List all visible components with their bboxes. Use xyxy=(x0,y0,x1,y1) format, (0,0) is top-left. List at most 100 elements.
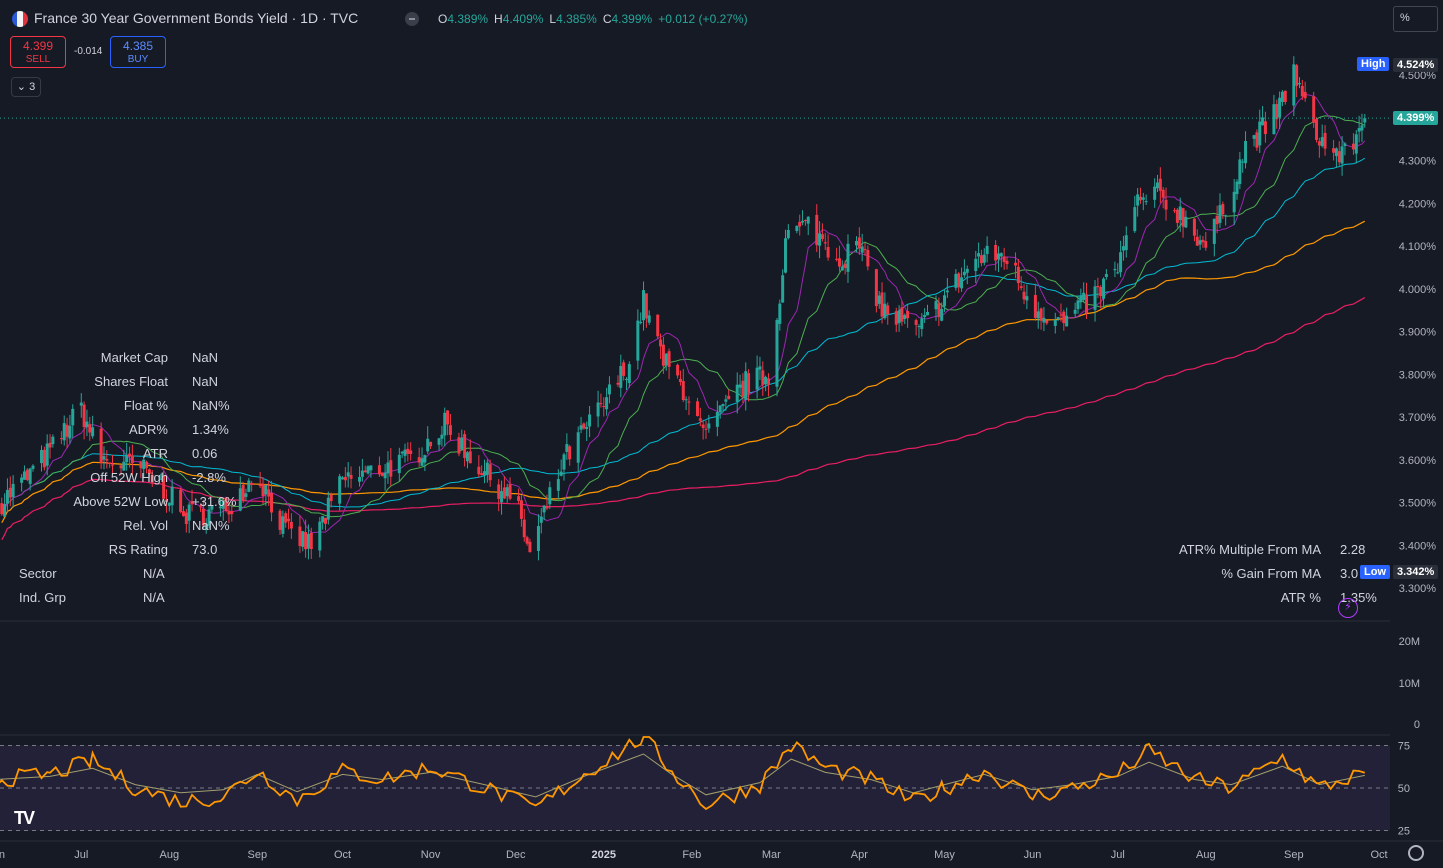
time-axis-label: Feb xyxy=(682,849,701,861)
candle-body xyxy=(718,405,722,413)
candle-body xyxy=(497,484,501,499)
candle-body xyxy=(1073,309,1077,314)
candle-body xyxy=(82,404,86,428)
candle-body xyxy=(664,353,668,366)
candle-body xyxy=(707,423,711,429)
candle-body xyxy=(974,258,978,272)
candle-body xyxy=(1036,311,1040,319)
candle-body xyxy=(962,271,966,276)
candle-body xyxy=(258,484,262,487)
candle-body xyxy=(187,504,191,521)
symbol-title[interactable]: France 30 Year Government Bonds Yield · … xyxy=(34,10,358,26)
candle-body xyxy=(306,533,310,549)
candle-body xyxy=(28,468,32,484)
candle-body xyxy=(1033,295,1037,318)
candle-body xyxy=(403,449,407,456)
candle-body xyxy=(741,380,745,397)
stat-label: Market Cap xyxy=(100,350,168,365)
candle-body xyxy=(1002,256,1006,263)
candle-body xyxy=(105,459,109,461)
scale-mode-button[interactable]: % xyxy=(1393,6,1438,32)
candle-body xyxy=(1082,292,1086,300)
settings-gear-icon[interactable] xyxy=(1408,845,1424,861)
candle-body xyxy=(380,472,384,476)
candle-body xyxy=(358,476,362,482)
candle-body xyxy=(88,424,92,433)
stat-value: 73.0 xyxy=(192,542,218,557)
candle-body xyxy=(59,438,63,440)
candle-body xyxy=(1158,178,1162,191)
candle-body xyxy=(68,425,72,439)
candle-body xyxy=(304,531,308,550)
candle-body xyxy=(920,318,924,329)
high-label-tag: High xyxy=(1357,57,1390,71)
candle-body xyxy=(289,521,293,529)
ohlc-key: H xyxy=(494,12,503,26)
candle-body xyxy=(1053,319,1057,326)
candle-body xyxy=(837,258,841,267)
candle-body xyxy=(429,441,433,447)
candle-body xyxy=(1156,182,1160,189)
lightning-icon[interactable]: ⚡ xyxy=(1338,598,1358,618)
candle-body xyxy=(309,532,313,550)
candle-body xyxy=(565,444,569,452)
candle-body xyxy=(1300,85,1304,97)
tradingview-logo[interactable]: TV xyxy=(14,808,35,829)
candle-body xyxy=(644,293,648,319)
candle-body xyxy=(125,454,129,463)
candle-body xyxy=(940,308,944,321)
candle-body xyxy=(130,456,134,464)
buy-button[interactable]: 4.385 BUY xyxy=(110,36,166,68)
candle-body xyxy=(886,305,890,315)
stat-label: Sector xyxy=(19,566,57,581)
candle-body xyxy=(1181,208,1185,227)
candle-body xyxy=(446,410,450,425)
market-status-icon[interactable] xyxy=(405,12,419,26)
candle-body xyxy=(775,320,779,387)
candle-body xyxy=(556,479,560,491)
candle-body xyxy=(883,303,887,319)
candle-body xyxy=(747,373,751,393)
candle-body xyxy=(79,402,83,406)
candle-body xyxy=(1292,64,1296,106)
sell-button[interactable]: 4.399 SELL xyxy=(10,36,66,68)
sell-label: SELL xyxy=(25,54,51,65)
price-axis-label: 3.600% xyxy=(1399,455,1437,467)
candle-body xyxy=(423,455,427,463)
candle-body xyxy=(91,427,95,437)
candle-body xyxy=(383,472,387,479)
candle-body xyxy=(440,434,444,439)
stat-label: % Gain From MA xyxy=(1221,566,1321,581)
candle-body xyxy=(985,245,989,255)
stat-label: Above 52W Low xyxy=(73,494,168,509)
candle-body xyxy=(1099,286,1103,297)
indicators-collapse-button[interactable]: ⌄ 3 xyxy=(11,77,41,97)
candle-body xyxy=(1332,148,1336,153)
candle-body xyxy=(1039,308,1043,321)
candle-body xyxy=(341,477,345,480)
candle-body xyxy=(1138,196,1142,201)
candle-body xyxy=(1014,262,1018,266)
candle-body xyxy=(62,423,66,441)
candle-body xyxy=(465,452,469,462)
stat-label: ADR% xyxy=(128,422,168,437)
candle-body xyxy=(778,303,782,324)
candle-body xyxy=(1042,317,1046,323)
candle-body xyxy=(502,487,506,499)
price-axis-label: 4.000% xyxy=(1399,284,1437,296)
stat-value: -2.8% xyxy=(192,470,226,485)
candle-body xyxy=(642,290,646,321)
stat-label: ATR % xyxy=(1280,590,1321,605)
candle-body xyxy=(877,295,881,304)
price-axis-label: 3.500% xyxy=(1399,498,1437,510)
candle-body xyxy=(326,497,330,520)
candle-body xyxy=(755,367,759,390)
candle-body xyxy=(179,489,183,512)
candle-body xyxy=(250,482,254,485)
candle-body xyxy=(1144,201,1148,203)
spread-value: -0.014 xyxy=(74,46,103,57)
candle-body xyxy=(568,446,572,460)
candle-body xyxy=(965,268,969,273)
candle-body xyxy=(1363,118,1367,123)
candle-body xyxy=(363,470,367,473)
